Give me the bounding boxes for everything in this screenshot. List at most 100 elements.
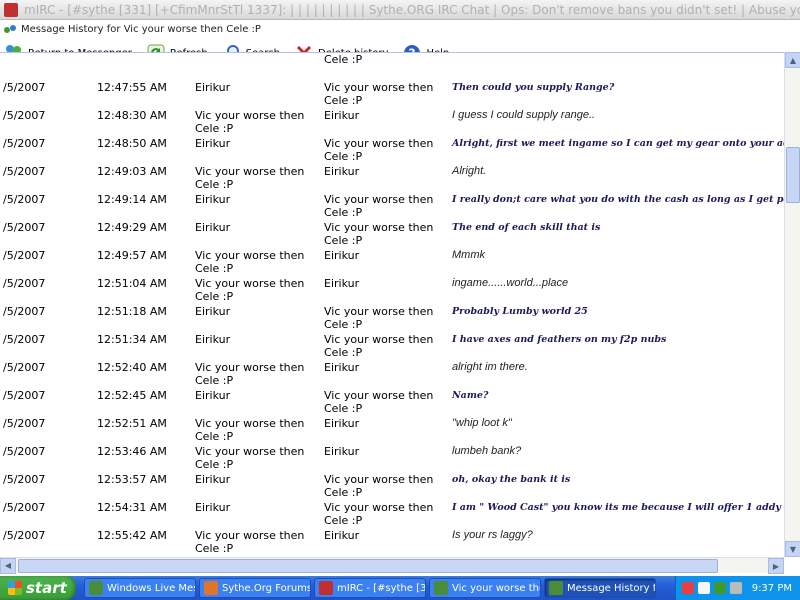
row-to: Eirikur xyxy=(324,165,360,178)
scroll-right-arrow[interactable]: ▶ xyxy=(768,558,784,574)
taskbar-task[interactable]: mIRC - [#sythe [3... xyxy=(314,578,426,598)
row-from: Eirikur xyxy=(195,389,231,402)
windows-logo-icon xyxy=(8,581,22,595)
row-message: I have axes and feathers on my f2p nubs xyxy=(452,334,667,345)
row-time: 12:48:50 AM xyxy=(97,137,167,150)
row-time: 12:49:03 AM xyxy=(97,165,167,178)
row-date: /5/2007 xyxy=(3,529,46,542)
taskbar-task[interactable]: Sythe.Org Forums ... xyxy=(199,578,311,598)
row-to: Vic your worse then Cele :P xyxy=(324,389,434,415)
row-time: 12:53:46 AM xyxy=(97,445,167,458)
table-row[interactable]: /5/2007 12:49:14 AM Eirikur Vic your worse … xyxy=(0,189,784,219)
task-app-icon xyxy=(204,581,218,595)
row-from: Vic your worse then Cele :P xyxy=(195,249,305,275)
row-message: I am " Wood Cast" you know its me becaus… xyxy=(452,502,784,513)
scroll-left-arrow[interactable]: ◀ xyxy=(0,557,16,574)
table-row[interactable]: /5/2007 12:53:57 AM Eirikur Vic your worse … xyxy=(0,469,784,499)
table-row[interactable]: /5/2007 12:48:30 AM Vic your worse then Ce… xyxy=(0,105,784,135)
taskbar-task[interactable]: Windows Live Mess... xyxy=(84,578,196,598)
row-to: Vic your worse then Cele :P xyxy=(324,501,434,527)
table-row[interactable]: /5/2007 12:55:42 AM Vic your worse then Ce… xyxy=(0,525,784,555)
background-window-titlebar[interactable]: mIRC - [#sythe [331] [+CfimMnrStTl 1337]… xyxy=(0,0,800,20)
row-time: 12:47:55 AM xyxy=(97,81,167,94)
row-message: ingame......world...place xyxy=(452,277,569,289)
table-row[interactable]: /5/2007 12:51:18 AM Eirikur Vic your worse … xyxy=(0,301,784,331)
row-to: Vic your worse then Cele :P xyxy=(324,333,434,359)
vertical-scrollbar[interactable]: ▲ ▼ xyxy=(784,52,800,557)
task-app-icon xyxy=(89,581,103,595)
taskbar-task[interactable]: Message History fo... xyxy=(544,578,656,598)
tray-icon-a[interactable] xyxy=(681,582,694,594)
table-row[interactable]: /5/2007 12:53:46 AM Vic your worse then Ce… xyxy=(0,441,784,471)
row-to: Vic your worse then Cele :P xyxy=(324,473,434,499)
table-row[interactable]: /5/2007 12:49:03 AM Vic your worse then Ce… xyxy=(0,161,784,191)
horizontal-scroll-thumb[interactable] xyxy=(18,559,718,573)
mirc-icon xyxy=(4,2,18,17)
row-message: Mmmk xyxy=(452,249,485,261)
background-window-title: mIRC - [#sythe [331] [+CfimMnrStTl 1337]… xyxy=(24,2,800,17)
row-time: 12:49:14 AM xyxy=(97,193,167,206)
table-row[interactable]: /5/2007 12:52:45 AM Eirikur Vic your worse … xyxy=(0,385,784,415)
row-to: Vic your worse then Cele :P xyxy=(324,81,434,107)
row-to: Vic your worse then Cele :P xyxy=(324,305,434,331)
message-history-list[interactable]: Cele :P /5/2007 12:47:55 AM Eirikur Vic you… xyxy=(0,52,784,557)
row-to: Eirikur xyxy=(324,361,360,374)
table-row[interactable]: /5/2007 12:47:55 AM Eirikur Vic your worse … xyxy=(0,77,784,107)
tray-icon-b[interactable] xyxy=(697,582,710,594)
row-date: /5/2007 xyxy=(3,361,46,374)
task-label: Vic your worse the... xyxy=(452,582,540,594)
row-time: 12:49:57 AM xyxy=(97,249,167,262)
table-row[interactable]: /5/2007 12:51:04 AM Vic your worse then Ce… xyxy=(0,273,784,303)
tray-icon-d[interactable] xyxy=(729,582,742,594)
row-message: I guess I could supply range.. xyxy=(452,109,596,121)
row-message: "whip loot k" xyxy=(452,417,512,429)
row-from: Vic your worse then Cele :P xyxy=(195,417,305,443)
taskbar-task[interactable]: Vic your worse the... xyxy=(429,578,541,598)
table-row[interactable]: /5/2007 12:49:57 AM Vic your worse then Ce… xyxy=(0,245,784,275)
horizontal-scrollbar[interactable]: ◀ ▶ xyxy=(0,557,784,574)
task-label: mIRC - [#sythe [3... xyxy=(337,582,426,594)
vertical-scroll-thumb[interactable] xyxy=(786,147,800,203)
task-label: Message History fo... xyxy=(567,582,656,594)
task-label: Sythe.Org Forums ... xyxy=(222,582,311,594)
row-to: Eirikur xyxy=(324,529,360,542)
row-from: Vic your worse then Cele :P xyxy=(195,165,305,191)
row-date: /5/2007 xyxy=(3,109,46,122)
row-date: /5/2007 xyxy=(3,389,46,402)
clock: 9:37 PM xyxy=(751,582,792,594)
table-row[interactable]: /5/2007 12:51:34 AM Eirikur Vic your worse … xyxy=(0,329,784,359)
row-date: /5/2007 xyxy=(3,81,46,94)
row-from: Eirikur xyxy=(195,221,231,234)
task-label: Windows Live Mess... xyxy=(107,582,195,594)
row-date: /5/2007 xyxy=(3,445,46,458)
table-row[interactable]: /5/2007 12:54:31 AM Eirikur Vic your worse … xyxy=(0,497,784,527)
row-from: Eirikur xyxy=(195,473,231,486)
row-time: 12:54:31 AM xyxy=(97,501,167,514)
table-row[interactable]: /5/2007 12:49:29 AM Eirikur Vic your worse … xyxy=(0,217,784,247)
row-from: Eirikur xyxy=(195,81,231,94)
row-message: Is your rs laggy? xyxy=(452,529,533,541)
start-label: start xyxy=(26,579,67,597)
row-from: Vic your worse then Cele :P xyxy=(195,445,305,471)
row-from: Vic your worse then Cele :P xyxy=(195,277,305,303)
row-date: /5/2007 xyxy=(3,249,46,262)
start-button[interactable]: start xyxy=(0,576,76,600)
row-from: Eirikur xyxy=(195,305,231,318)
row-time: 12:52:51 AM xyxy=(97,417,167,430)
scroll-down-arrow[interactable]: ▼ xyxy=(785,541,800,557)
table-row[interactable]: /5/2007 12:52:51 AM Vic your worse then Ce… xyxy=(0,413,784,443)
row-to: Vic your worse then Cele :P xyxy=(324,221,434,247)
row-time: 12:49:29 AM xyxy=(97,221,167,234)
tray-icon-c[interactable] xyxy=(713,582,726,594)
row-date: /5/2007 xyxy=(3,501,46,514)
row-time: 12:53:57 AM xyxy=(97,473,167,486)
task-app-icon xyxy=(434,581,448,595)
taskbar: start Windows Live Mess... Sythe.Org Foru… xyxy=(0,576,800,600)
row-message: lumbeh bank? xyxy=(452,445,522,457)
row-message: Alright. xyxy=(452,165,487,177)
scroll-up-arrow[interactable]: ▲ xyxy=(785,52,800,68)
window-title: Message History for Vic your worse then … xyxy=(21,23,261,35)
table-row[interactable]: /5/2007 12:48:50 AM Eirikur Vic your worse … xyxy=(0,133,784,163)
table-row[interactable]: /5/2007 12:52:40 AM Vic your worse then Ce… xyxy=(0,357,784,387)
row-message: alright im there. xyxy=(452,361,528,373)
